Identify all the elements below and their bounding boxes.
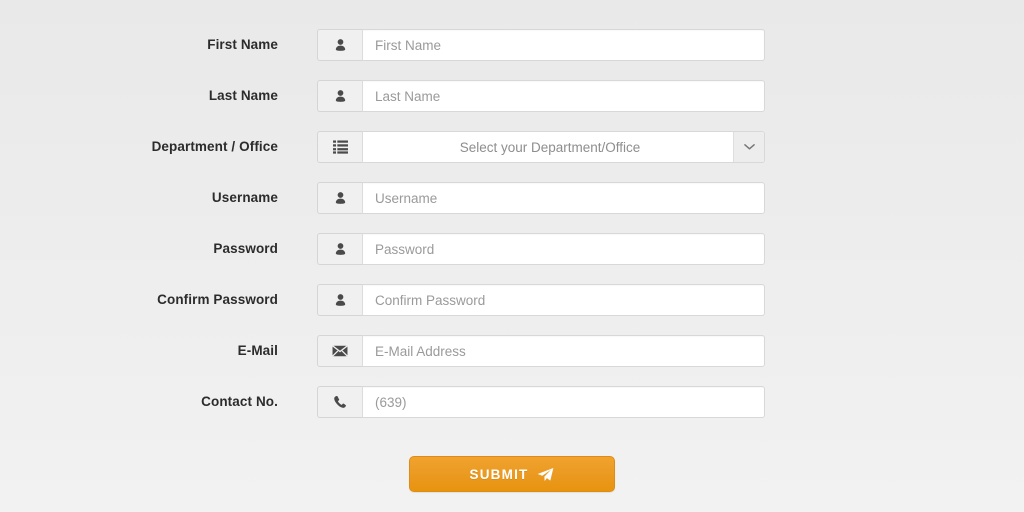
list-icon: [317, 131, 363, 163]
envelope-icon: [317, 335, 363, 367]
input-group-email: [317, 335, 765, 367]
label-last-name: Last Name: [208, 88, 278, 103]
input-group-department-office: Select your Department/Office: [317, 131, 765, 163]
input-group-username: [317, 182, 765, 214]
label-first-name: First Name: [207, 37, 278, 52]
confirm-password-input[interactable]: [363, 284, 765, 316]
email-input[interactable]: [363, 335, 765, 367]
user-icon: [317, 182, 363, 214]
form-row-confirm-password: Confirm Password: [0, 283, 1024, 317]
input-group-last-name: [317, 80, 765, 112]
user-icon: [317, 233, 363, 265]
label-password: Password: [213, 241, 278, 256]
paper-plane-icon: [537, 467, 554, 482]
phone-icon: [317, 386, 363, 418]
first-name-input[interactable]: [363, 29, 765, 61]
label-confirm-password: Confirm Password: [157, 292, 278, 307]
last-name-input[interactable]: [363, 80, 765, 112]
user-icon: [317, 29, 363, 61]
user-icon: [317, 80, 363, 112]
chevron-down-icon[interactable]: [733, 132, 764, 162]
input-group-confirm-password: [317, 284, 765, 316]
form-row-username: Username: [0, 181, 1024, 215]
form-row-email: E-Mail: [0, 334, 1024, 368]
submit-button-label: SUBMIT: [469, 466, 529, 482]
input-group-password: [317, 233, 765, 265]
submit-button[interactable]: SUBMIT: [409, 456, 615, 492]
username-input[interactable]: [363, 182, 765, 214]
form-row-last-name: Last Name: [0, 79, 1024, 113]
form-row-department-office: Department / Office Select your Departmen…: [0, 130, 1024, 164]
form-row-first-name: First Name: [0, 28, 1024, 62]
label-email: E-Mail: [237, 343, 278, 358]
department-office-select[interactable]: Select your Department/Office: [363, 131, 765, 163]
form-row-contact-no: Contact No.: [0, 385, 1024, 419]
form-row-password: Password: [0, 232, 1024, 266]
label-contact-no: Contact No.: [201, 394, 278, 409]
user-icon: [317, 284, 363, 316]
registration-form: First Name Last Name Department / Office Se…: [0, 0, 1024, 512]
input-group-contact-no: [317, 386, 765, 418]
submit-row: SUBMIT: [0, 456, 1024, 492]
label-username: Username: [211, 190, 278, 205]
contact-no-input[interactable]: [363, 386, 765, 418]
label-department-office: Department / Office: [151, 139, 278, 154]
department-office-selected-value: Select your Department/Office: [459, 139, 641, 155]
password-input[interactable]: [363, 233, 765, 265]
input-group-first-name: [317, 29, 765, 61]
